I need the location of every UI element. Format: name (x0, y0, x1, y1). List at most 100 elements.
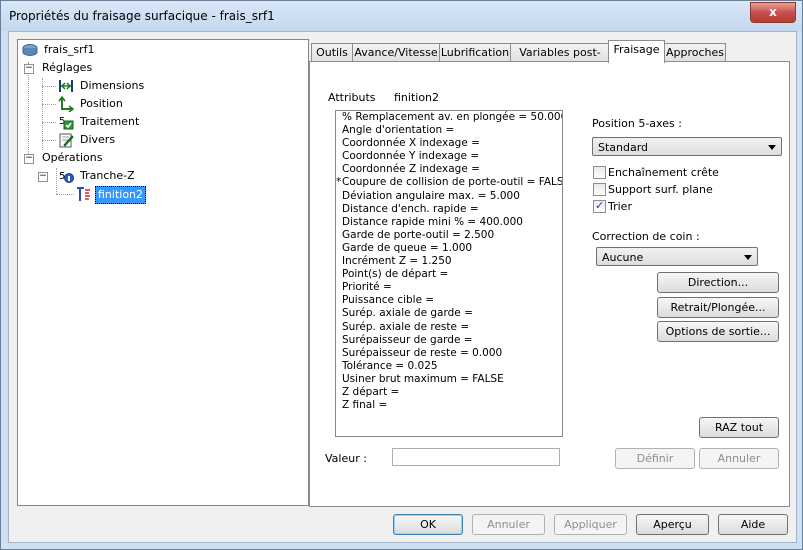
tree-item-reglages[interactable]: Réglages (40, 60, 94, 76)
attribute-text: Surépaisseur de reste = 0.000 (342, 346, 503, 359)
raz-tout-button[interactable]: RAZ tout (699, 417, 779, 438)
retrait-plongee-button[interactable]: Retrait/Plongée... (657, 297, 779, 318)
attribute-text: Garde de queue = 1.000 (342, 241, 473, 254)
tree-item-divers[interactable]: Divers (58, 132, 117, 148)
tree-item-dimensions[interactable]: Dimensions (58, 78, 146, 94)
attribute-row[interactable]: Garde de porte-outil = 2.500 (336, 229, 562, 242)
value-input[interactable] (392, 448, 560, 466)
correction-value: Aucune (602, 251, 644, 264)
tree-item-position[interactable]: Position (58, 96, 125, 112)
title-bar[interactable]: Propriétés du fraisage surfacique - frai… (1, 1, 802, 31)
attribute-row[interactable]: Coordonnée Z indexage = (336, 163, 562, 176)
operations-tree[interactable]: frais_srf1 − Réglages Dimensions Positio… (17, 39, 309, 506)
misc-icon (59, 133, 74, 148)
attribute-row[interactable]: Surépaisseur de garde = (336, 334, 562, 347)
attribute-row[interactable]: Garde de queue = 1.000 (336, 242, 562, 255)
aide-button[interactable]: Aide (718, 514, 788, 535)
attribute-row[interactable]: Surép. axiale de garde = (336, 307, 562, 320)
apercu-button[interactable]: Aperçu (636, 514, 709, 535)
attribute-row[interactable]: Coordonnée X indexage = (336, 137, 562, 150)
tab-variables-post-pro[interactable]: Variables post-pro (510, 43, 610, 77)
attribute-row[interactable]: Puissance cible = (336, 294, 562, 307)
attribute-row[interactable]: Z final = (336, 399, 562, 412)
attribute-text: Surépaisseur de garde = (342, 333, 473, 346)
attribute-row[interactable]: Surépaisseur de reste = 0.000 (336, 347, 562, 360)
tree-line (42, 140, 56, 141)
tree-item-finition2[interactable]: finition2 (76, 186, 147, 204)
dimensions-icon (59, 80, 73, 92)
tree-item-traitement[interactable]: 5 Traitement (58, 114, 141, 130)
attribute-row[interactable]: Distance d'ench. rapide = (336, 203, 562, 216)
annuler-field-button[interactable]: Annuler (699, 448, 779, 469)
attribute-row[interactable]: Surép. axiale de reste = (336, 321, 562, 334)
attribute-row[interactable]: Z départ = (336, 386, 562, 399)
definir-button[interactable]: Définir (615, 448, 695, 469)
attribute-text: Angle d'orientation = (342, 124, 455, 137)
attribute-text: Incrément Z = 1.250 (342, 255, 452, 268)
attribute-text: Z départ = (342, 385, 400, 398)
checkbox-box[interactable] (593, 166, 606, 179)
tree-label: Dimensions (80, 79, 145, 92)
enchainement-checkbox[interactable]: Enchaînement crête (593, 166, 723, 180)
tree-item-tranche-z[interactable]: 5 Tranche-Z (58, 168, 137, 184)
attribute-row[interactable]: Déviation angulaire max. = 5.000 (336, 190, 562, 203)
tab-avance-vitesse[interactable]: Avance/Vitesse (352, 43, 440, 62)
checkbox-box[interactable]: ✓ (593, 199, 606, 213)
attributes-header-label: Attributs (328, 91, 376, 104)
annuler-button[interactable]: Annuler (472, 514, 545, 535)
attribute-row[interactable]: % Remplacement av. en plongée = 50.000 (336, 111, 562, 124)
attribute-text: Garde de porte-outil = 2.500 (342, 228, 495, 241)
attribute-row[interactable]: Usiner brut maximum = FALSE (336, 373, 562, 386)
treatment-icon: 5 (59, 116, 74, 130)
checkbox-label: Enchaînement crête (608, 166, 719, 179)
tree-line (56, 194, 74, 195)
support-checkbox[interactable]: Support surf. plane (593, 183, 723, 197)
part-icon (22, 44, 38, 56)
tree-line (28, 62, 29, 158)
attribute-text: Coupure de collision de porte-outil = FA… (342, 176, 563, 189)
collapse-icon[interactable]: − (24, 154, 34, 164)
tree-item-root[interactable]: frais_srf1 (22, 42, 97, 58)
window-title: Propriétés du fraisage surfacique - frai… (9, 9, 275, 23)
attribute-row[interactable]: Distance rapide mini % = 400.000 (336, 216, 562, 229)
attribute-text: % Remplacement av. en plongée = 50.000 (342, 111, 563, 123)
checkbox-label: Support surf. plane (608, 183, 713, 196)
attribute-text: Usiner brut maximum = FALSE (342, 372, 504, 385)
close-icon: x (769, 5, 777, 19)
tab-lubrification[interactable]: Lubrification (439, 43, 511, 62)
attribute-text: Puissance cible = (342, 294, 435, 307)
position5-value: Standard (598, 141, 649, 154)
attribute-text: Coordonnée Y indexage = (342, 150, 480, 163)
attribute-text: Déviation angulaire max. = 5.000 (342, 189, 520, 202)
direction-button[interactable]: Direction... (657, 272, 779, 293)
attributes-header-value: finition2 (394, 91, 440, 104)
correction-label: Correction de coin : (592, 230, 700, 243)
attribute-row[interactable]: Tolérance = 0.025 (336, 360, 562, 373)
attribute-row[interactable]: *Coupure de collision de porte-outil = F… (336, 176, 562, 189)
chevron-down-icon (744, 255, 752, 260)
tab-approches[interactable]: Approches (664, 43, 726, 62)
attribute-row[interactable]: Point(s) de départ = (336, 268, 562, 281)
value-label: Valeur : (325, 452, 367, 465)
collapse-icon[interactable]: − (24, 64, 34, 74)
options-sortie-button[interactable]: Options de sortie... (657, 321, 779, 342)
tree-line (56, 168, 57, 194)
tab-outils[interactable]: Outils (311, 43, 353, 62)
ok-button[interactable]: OK (393, 514, 463, 535)
tree-label: Opérations (42, 151, 103, 164)
attribute-row[interactable]: Incrément Z = 1.250 (336, 255, 562, 268)
tree-item-operations[interactable]: Opérations (40, 150, 104, 166)
attributes-list[interactable]: % Remplacement av. en plongée = 50.000 An… (335, 110, 563, 437)
attribute-row[interactable]: Priorité = (336, 281, 562, 294)
attribute-row[interactable]: Coordonnée Y indexage = (336, 150, 562, 163)
close-button[interactable]: x (750, 2, 796, 23)
attribute-row[interactable]: Angle d'orientation = (336, 124, 562, 137)
check-icon: ✓ (595, 199, 605, 212)
tab-fraisage[interactable]: Fraisage (608, 40, 665, 63)
checkbox-box[interactable] (593, 183, 606, 196)
appliquer-button[interactable]: Appliquer (554, 514, 627, 535)
collapse-icon[interactable]: − (38, 172, 48, 182)
trier-checkbox[interactable]: ✓ Trier (593, 199, 723, 214)
correction-select[interactable]: Aucune (596, 247, 758, 266)
position5-select[interactable]: Standard (592, 137, 782, 156)
